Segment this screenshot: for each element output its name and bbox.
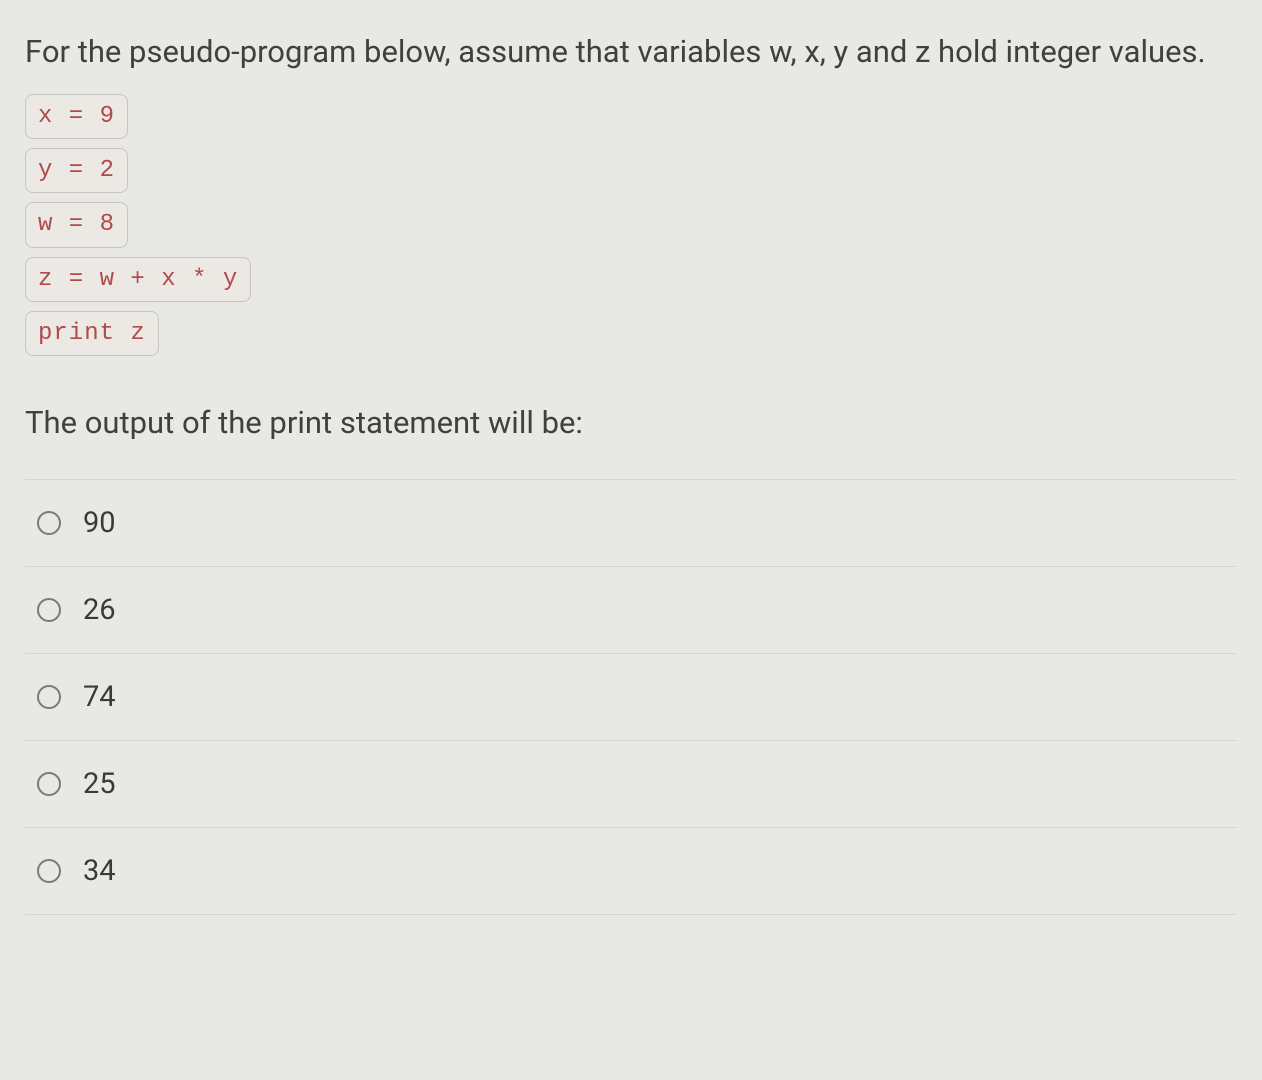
code-block: x = 9 y = 2 w = 8 z = w + x * y print z	[25, 94, 1237, 356]
option-label: 90	[83, 506, 116, 540]
answer-option[interactable]: 25	[25, 740, 1237, 827]
option-label: 34	[83, 854, 116, 888]
radio-icon[interactable]	[37, 859, 61, 883]
question-prompt: The output of the print statement will b…	[25, 404, 1237, 441]
code-line: w = 8	[25, 202, 128, 247]
code-line: print z	[25, 311, 159, 356]
option-label: 74	[83, 680, 116, 714]
options-list: 90 26 74 25 34	[25, 479, 1237, 915]
radio-icon[interactable]	[37, 598, 61, 622]
answer-option[interactable]: 90	[25, 479, 1237, 566]
answer-option[interactable]: 34	[25, 827, 1237, 915]
answer-option[interactable]: 74	[25, 653, 1237, 740]
radio-icon[interactable]	[37, 511, 61, 535]
radio-icon[interactable]	[37, 772, 61, 796]
code-line: z = w + x * y	[25, 257, 251, 302]
question-container: For the pseudo-program below, assume tha…	[25, 28, 1237, 915]
code-line: y = 2	[25, 148, 128, 193]
code-line: x = 9	[25, 94, 128, 139]
option-label: 25	[83, 767, 116, 801]
answer-option[interactable]: 26	[25, 566, 1237, 653]
question-intro: For the pseudo-program below, assume tha…	[25, 28, 1237, 76]
radio-icon[interactable]	[37, 685, 61, 709]
option-label: 26	[83, 593, 116, 627]
